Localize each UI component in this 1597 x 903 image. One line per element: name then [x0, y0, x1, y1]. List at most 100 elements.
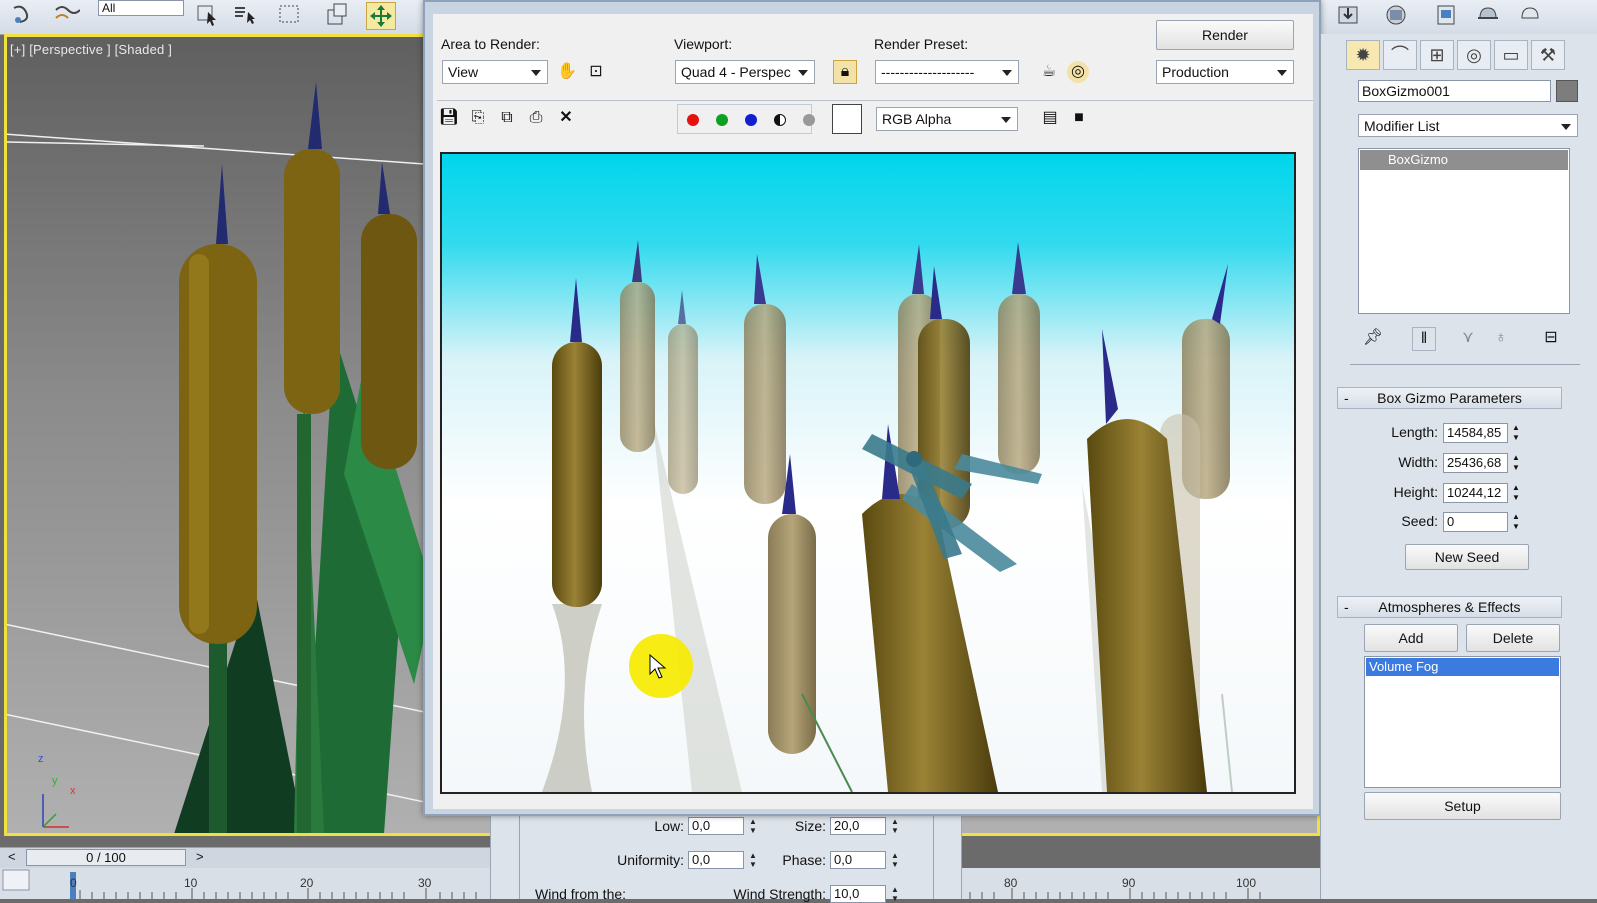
setup-effect-button[interactable]: Setup [1364, 792, 1561, 820]
edit-region-icon[interactable]: ✋ [556, 61, 578, 83]
wind-from-label: Wind from the: [535, 886, 627, 902]
width-spinner[interactable]: ▲ ▼ [1511, 453, 1521, 473]
length-label: Length: [1391, 424, 1438, 440]
copy-image-icon[interactable]: ⎘ [467, 107, 489, 129]
save-scene-icon[interactable] [1334, 2, 1362, 28]
chevron-down-icon [1277, 70, 1287, 76]
print-image-icon[interactable]: ⎙ [525, 107, 547, 129]
configure-modifier-sets-icon[interactable]: ⊟ [1540, 327, 1562, 349]
modifier-stack-item[interactable]: BoxGizmo [1360, 150, 1568, 170]
area-to-render-dropdown[interactable]: View [442, 60, 548, 84]
toggle-ui-icon[interactable]: ■ [1068, 107, 1090, 129]
low-spinner[interactable]: ▲ ▼ [748, 817, 758, 835]
delete-effect-button[interactable]: Delete [1466, 624, 1560, 652]
seed-spinner[interactable]: ▲ ▼ [1511, 512, 1521, 532]
motion-tab-icon[interactable]: ◎ [1457, 40, 1491, 70]
modify-tab-icon[interactable]: ⌒ [1383, 40, 1417, 70]
wind-strength-field[interactable]: 10,0 [830, 885, 886, 903]
alpha-channel-toggle[interactable] [774, 114, 786, 126]
color-swatch[interactable] [832, 104, 862, 134]
height-spinner[interactable]: ▲ ▼ [1511, 483, 1521, 503]
production-mode-dropdown[interactable]: Production [1156, 60, 1294, 84]
remove-modifier-icon[interactable]: ♁ [1490, 327, 1512, 349]
phase-label: Phase: [782, 852, 826, 868]
select-by-name-icon[interactable] [232, 2, 260, 28]
save-image-icon[interactable]: 💾︎ [438, 107, 460, 129]
display-channel-dropdown[interactable]: RGB Alpha [876, 107, 1018, 131]
viewport-label-menu[interactable]: [+] [Perspective ] [Shaded ] [10, 42, 172, 57]
window-crossing-icon[interactable] [322, 2, 350, 28]
seed-field[interactable]: 0 [1443, 512, 1508, 532]
frame-counter: 0 / 100 [86, 850, 126, 865]
render-preset-value: -------------------- [881, 64, 975, 80]
auto-region-icon[interactable]: ⊡ [585, 61, 607, 83]
low-field[interactable]: 0,0 [688, 817, 744, 835]
toggle-ui-overlay-icon[interactable]: ▤ [1039, 107, 1061, 129]
render-production-icon[interactable] [1474, 2, 1502, 28]
wind-strength-spinner[interactable]: ▲ ▼ [890, 885, 900, 903]
selection-filter-dropdown[interactable]: All [98, 0, 184, 16]
length-spinner[interactable]: ▲ ▼ [1511, 423, 1521, 443]
render-setup-icon[interactable]: ☕︎ [1038, 61, 1060, 83]
bind-space-warp-icon[interactable] [52, 2, 80, 28]
environment-effects-icon[interactable]: ◎ [1067, 61, 1089, 83]
chevron-down-icon [1002, 70, 1012, 76]
display-tab-icon[interactable]: ▭ [1494, 40, 1528, 70]
modifier-stack-list[interactable] [1358, 148, 1570, 314]
modifier-list-dropdown[interactable]: Modifier List [1358, 114, 1578, 137]
object-color-swatch[interactable] [1556, 80, 1578, 102]
select-and-link-icon[interactable] [8, 2, 36, 28]
show-end-result-icon[interactable]: ‖ [1412, 327, 1436, 351]
blue-channel-toggle[interactable] [745, 114, 757, 126]
green-channel-toggle[interactable] [716, 114, 728, 126]
length-field[interactable]: 14584,85 [1443, 423, 1508, 443]
effects-list-item[interactable]: Volume Fog [1366, 658, 1559, 676]
make-unique-icon[interactable]: ⋎ [1457, 327, 1479, 349]
size-field[interactable]: 20,0 [830, 817, 886, 835]
render-preset-label: Render Preset: [874, 36, 969, 52]
object-name-field[interactable]: BoxGizmo001 [1358, 80, 1551, 102]
viewport-value: Quad 4 - Perspec [681, 64, 791, 80]
render-setup-icon[interactable] [1382, 2, 1410, 28]
tick-label: 90 [1122, 876, 1136, 890]
size-spinner[interactable]: ▲ ▼ [890, 817, 900, 835]
height-field[interactable]: 10244,12 [1443, 483, 1508, 503]
add-effect-button[interactable]: Add [1364, 624, 1458, 652]
pin-stack-icon[interactable]: 📌︎ [1362, 327, 1384, 349]
width-field[interactable]: 25436,68 [1443, 453, 1508, 473]
phase-field[interactable]: 0,0 [830, 851, 886, 869]
uniformity-field[interactable]: 0,0 [688, 851, 744, 869]
atmospheres-effects-rollout[interactable]: - Atmospheres & Effects [1337, 596, 1562, 618]
render-preset-dropdown[interactable]: -------------------- [875, 60, 1019, 84]
hierarchy-tab-icon[interactable]: ⊞ [1420, 40, 1454, 70]
track-bar-left[interactable]: 0 10 20 30 [0, 868, 490, 899]
modifier-list-value: Modifier List [1364, 118, 1440, 134]
lock-icon[interactable]: 🔒︎ [833, 60, 857, 84]
red-channel-toggle[interactable] [687, 114, 699, 126]
box-gizmo-parameters-rollout[interactable]: - Box Gizmo Parameters [1337, 387, 1562, 409]
viewport-dropdown[interactable]: Quad 4 - Perspec [675, 60, 815, 84]
area-to-render-label: Area to Render: [441, 36, 540, 52]
tick-label: 20 [300, 876, 314, 890]
production-mode-value: Production [1162, 64, 1229, 80]
move-icon[interactable] [366, 2, 396, 30]
time-slider-thumb[interactable]: 0 / 100 [26, 849, 186, 866]
rendered-frame-icon[interactable] [1432, 2, 1460, 28]
utilities-tab-icon[interactable]: ⚒ [1531, 40, 1565, 70]
clear-image-icon[interactable]: ✕ [555, 107, 577, 129]
phase-spinner[interactable]: ▲ ▼ [890, 851, 900, 869]
track-bar-right[interactable]: 80 90 100 [960, 868, 1320, 899]
rectangular-selection-icon[interactable] [276, 2, 304, 28]
next-frame-button[interactable]: > [196, 849, 204, 864]
tick-label: 30 [418, 876, 432, 890]
uniformity-spinner[interactable]: ▲ ▼ [748, 851, 758, 869]
render-iterative-icon[interactable] [1516, 2, 1544, 28]
clone-frame-window-icon[interactable]: ⧉ [496, 107, 518, 129]
create-tab-icon[interactable]: ✹ [1346, 40, 1380, 70]
select-object-icon[interactable] [194, 2, 222, 28]
prev-frame-button[interactable]: < [8, 849, 16, 864]
new-seed-button[interactable]: New Seed [1405, 544, 1529, 570]
chevron-down-icon [1561, 124, 1571, 130]
monochrome-toggle[interactable] [803, 114, 815, 126]
render-button[interactable]: Render [1156, 20, 1294, 50]
